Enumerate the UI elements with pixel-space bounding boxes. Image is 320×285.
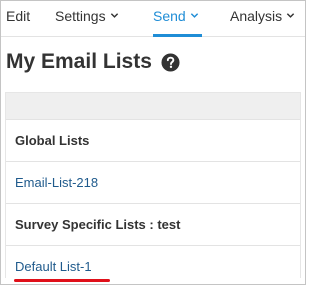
group-header-survey: Survey Specific Lists : test xyxy=(6,204,300,246)
nav-send-label: Send xyxy=(153,8,186,24)
title-row: My Email Lists xyxy=(6,47,180,77)
chevron-down-icon xyxy=(110,13,118,18)
group-label: Global Lists xyxy=(15,133,90,148)
nav-settings[interactable]: Settings xyxy=(55,1,119,36)
highlight-underline xyxy=(14,279,110,282)
list-item-label: Email-List-218 xyxy=(15,175,99,190)
group-label: Survey Specific Lists : test xyxy=(15,217,181,232)
nav-edit[interactable]: Edit xyxy=(6,1,30,36)
panel-header xyxy=(6,93,300,120)
list-item[interactable]: Email-List-218 xyxy=(6,162,300,204)
nav-send[interactable]: Send xyxy=(153,1,202,37)
question-circle-icon[interactable] xyxy=(161,52,180,72)
list-item[interactable]: Default List-1 xyxy=(6,246,300,284)
group-header-global: Global Lists xyxy=(6,120,300,162)
chevron-down-icon xyxy=(190,13,198,18)
email-lists-window: Edit Settings Send Analysis My Email Lis… xyxy=(0,0,306,285)
nav-analysis-label: Analysis xyxy=(230,8,283,24)
email-lists-panel: Global Lists Email-List-218 Survey Speci… xyxy=(5,92,301,282)
nav-analysis[interactable]: Analysis xyxy=(230,1,295,36)
nav-edit-label: Edit xyxy=(6,8,31,24)
chevron-down-icon xyxy=(286,13,295,18)
list-item-label: Default List-1 xyxy=(15,259,92,274)
top-nav: Edit Settings Send Analysis xyxy=(1,1,305,37)
page-title: My Email Lists xyxy=(6,50,152,73)
nav-settings-label: Settings xyxy=(55,8,106,24)
